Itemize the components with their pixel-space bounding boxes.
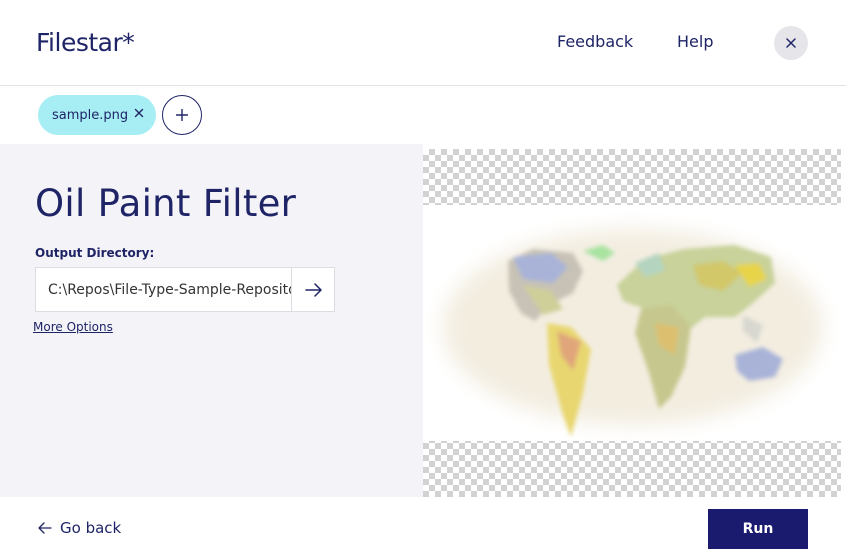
image-preview: [423, 149, 841, 497]
close-icon: [786, 38, 796, 48]
more-options-link[interactable]: More Options: [33, 320, 113, 334]
preview-image: [423, 205, 841, 441]
footer: Go back Run: [0, 497, 846, 558]
world-map-preview: [443, 229, 823, 437]
go-back-link[interactable]: Go back: [38, 519, 121, 537]
remove-file-icon[interactable]: [134, 108, 144, 118]
file-tab-label: sample.png: [52, 107, 129, 123]
arrow-left-icon: [38, 522, 52, 534]
settings-panel: Oil Paint Filter Output Directory: More …: [0, 144, 423, 497]
output-directory-label: Output Directory:: [35, 246, 155, 260]
feedback-link[interactable]: Feedback: [557, 32, 633, 51]
app-logo: Filestar*: [36, 28, 135, 57]
browse-directory-button[interactable]: [291, 268, 335, 311]
add-file-button[interactable]: [162, 95, 202, 135]
help-link[interactable]: Help: [677, 32, 713, 51]
header: Filestar* Feedback Help: [0, 0, 846, 86]
arrow-right-icon: [304, 282, 322, 297]
file-tab[interactable]: sample.png: [38, 95, 156, 135]
file-tabs: sample.png: [0, 86, 846, 144]
output-directory-field: [35, 267, 335, 312]
run-button[interactable]: Run: [708, 509, 808, 549]
output-directory-input[interactable]: [36, 268, 291, 311]
plus-icon: [176, 109, 188, 121]
close-button[interactable]: [774, 26, 808, 60]
go-back-label: Go back: [60, 519, 122, 537]
page-title: Oil Paint Filter: [35, 182, 297, 225]
